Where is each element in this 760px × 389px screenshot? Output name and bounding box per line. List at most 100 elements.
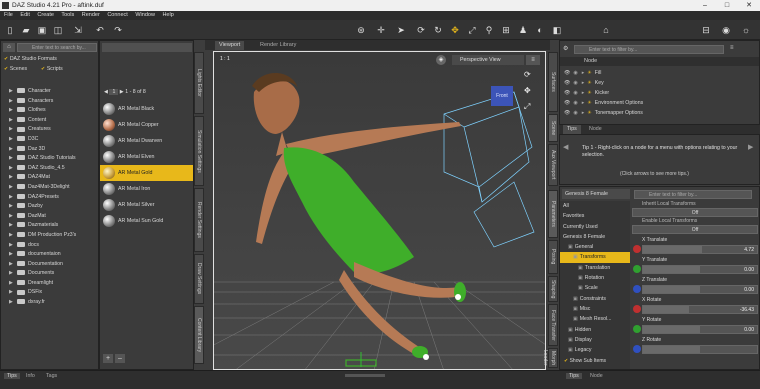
menu-create[interactable]: Create	[37, 12, 54, 18]
folder-item[interactable]: ▶ DazMat	[1, 212, 98, 222]
expand-arrow-icon[interactable]: ▶	[9, 125, 15, 135]
tab-surfaces[interactable]: Surfaces	[548, 52, 558, 112]
lock-icon[interactable]: ◉	[573, 100, 577, 106]
content-search-input[interactable]: Enter text to search by...	[17, 43, 97, 52]
pan-icon[interactable]: ✥	[524, 86, 531, 95]
tab-viewport[interactable]: Viewport	[215, 41, 245, 50]
render-icon[interactable]: ◫	[52, 24, 64, 36]
folder-item[interactable]: ▶ dxray.fr	[1, 298, 98, 308]
parameter-slider[interactable]: 0.00	[642, 285, 758, 294]
folder-item[interactable]: ▶ Content	[1, 116, 98, 126]
parameter-group[interactable]: ▣ Scale	[560, 283, 630, 293]
parameter-group[interactable]: ▣ Hidden	[560, 325, 630, 335]
folder-item[interactable]: ▶ Clothes	[1, 106, 98, 116]
lock-icon[interactable]: ◉	[573, 80, 577, 86]
folder-item[interactable]: ▶ D3C	[1, 135, 98, 145]
open-folder-icon[interactable]: ▰	[20, 24, 32, 36]
expand-arrow-icon[interactable]: ▶	[9, 135, 15, 145]
folder-item[interactable]: ▶ Character	[1, 87, 98, 97]
folder-item[interactable]: ▶ DAZ Studio_4.5	[1, 164, 98, 174]
parameter-group[interactable]: ▣ Constraints	[560, 294, 630, 304]
page-number[interactable]: 1	[109, 89, 119, 95]
expand-arrow-icon[interactable]: ▶	[9, 298, 15, 308]
parameter-slider[interactable]: 4.72	[642, 245, 758, 254]
material-item[interactable]: AR Metal Dwarven	[100, 133, 193, 149]
layout-icon[interactable]: ⊟	[700, 24, 712, 36]
menu-help[interactable]: Help	[162, 12, 173, 18]
expand-arrow-icon[interactable]: ▶	[9, 97, 15, 107]
scene-node[interactable]: 👁 ◉ ▸ ☀ Kicker	[560, 88, 759, 98]
material-item[interactable]: AR Metal Iron	[100, 181, 193, 197]
save-icon[interactable]: ▣	[36, 24, 48, 36]
eye-icon[interactable]: 👁	[564, 70, 570, 76]
figure-selector[interactable]: Genesis 8 Female	[562, 189, 630, 199]
tab-draw-settings[interactable]: Draw Settings	[194, 254, 204, 304]
parameter-group[interactable]: All	[560, 201, 630, 211]
folder-item[interactable]: ▶ Creatures	[1, 125, 98, 135]
node-selection-icon[interactable]: ⊛	[355, 24, 367, 36]
expand-arrow-icon[interactable]: ▶	[9, 87, 15, 97]
parameter-slider[interactable]: 0.00	[642, 325, 758, 334]
parameters-search-input[interactable]: Enter text to filter by...	[634, 190, 752, 199]
parameter-group[interactable]: ▣ Misc	[560, 304, 630, 314]
folder-item[interactable]: ▶ Characters	[1, 97, 98, 107]
parameter-group[interactable]: Currently Used	[560, 222, 630, 232]
view-cube[interactable]: Front	[491, 86, 513, 106]
tab-node[interactable]: Node	[589, 125, 602, 134]
expand-arrow-icon[interactable]: ▶	[9, 260, 15, 270]
expand-arrow-icon[interactable]: ▶	[9, 202, 15, 212]
tab-parameters[interactable]: Parameters	[548, 190, 558, 238]
parameter-slider[interactable]	[642, 345, 758, 354]
tab-aux-viewport[interactable]: Aux Viewport	[548, 144, 558, 186]
joint-editor-icon[interactable]: ⚲	[483, 24, 495, 36]
tab-tags-bottom[interactable]: Tags	[46, 373, 57, 379]
menu-edit[interactable]: Edit	[20, 12, 29, 18]
undo-icon[interactable]: ↶	[94, 24, 106, 36]
tab-posing[interactable]: Posing	[548, 240, 558, 274]
lock-icon[interactable]: ◉	[573, 110, 577, 116]
tab-scene[interactable]: Scene	[548, 114, 558, 142]
expand-arrow-icon[interactable]: ▸	[582, 90, 585, 96]
parameter-group[interactable]: Genesis 8 Female	[560, 232, 630, 242]
figure-icon[interactable]: ♟	[517, 24, 529, 36]
tab-node-right[interactable]: Node	[590, 373, 603, 379]
expand-arrow-icon[interactable]: ▶	[9, 183, 15, 193]
remove-icon[interactable]: –	[115, 354, 125, 363]
filter-icon[interactable]: ⚙	[563, 45, 573, 54]
expand-arrow-icon[interactable]: ▶	[9, 221, 15, 231]
scene-search-input[interactable]: Enter text to filter by...	[574, 45, 724, 54]
folder-item[interactable]: ▶ Dazby	[1, 202, 98, 212]
universal-tool-icon[interactable]: ✛	[375, 24, 387, 36]
parameter-group[interactable]: Favorites	[560, 211, 630, 221]
material-item[interactable]: AR Metal Elven	[100, 149, 193, 165]
expand-arrow-icon[interactable]: ▸	[582, 110, 585, 116]
show-sub-items-toggle[interactable]: ✔ Show Sub Items	[564, 358, 606, 364]
twist-icon[interactable]: ↻	[432, 24, 444, 36]
material-item[interactable]: AR Metal Black	[100, 101, 193, 117]
scale-icon[interactable]: ⤢	[466, 24, 478, 36]
folder-item[interactable]: ▶ DSFix	[1, 288, 98, 298]
tab-tips[interactable]: Tips	[563, 125, 581, 134]
lock-icon[interactable]: ◉	[573, 90, 577, 96]
toggle-0[interactable]: Off	[632, 208, 758, 217]
expand-arrow-icon[interactable]: ▶	[9, 106, 15, 116]
tab-render-settings[interactable]: Render Settings	[194, 188, 204, 252]
folder-item[interactable]: ▶ documentaion	[1, 250, 98, 260]
add-icon[interactable]: +	[103, 354, 113, 363]
folder-item[interactable]: ▶ Dazmaterials	[1, 221, 98, 231]
scene-node[interactable]: 👁 ◉ ▸ ☀ Tonemapper Options	[560, 108, 759, 118]
material-item[interactable]: AR Metal Sun Gold	[100, 213, 193, 229]
tab-morph-loader[interactable]: Morph Loader	[542, 348, 558, 368]
tab-simulation-settings[interactable]: Simulation Settings	[194, 116, 204, 186]
rotate-icon[interactable]: ⟳	[415, 24, 427, 36]
zoom-icon[interactable]: ⤢	[524, 102, 530, 112]
expand-arrow-icon[interactable]: ▶	[9, 212, 15, 222]
folder-item[interactable]: ▶ DAZ4Presets	[1, 193, 98, 203]
folder-item[interactable]: ▶ DAZ4Mat	[1, 173, 98, 183]
camera-icon[interactable]: ◉	[720, 24, 732, 36]
material-item[interactable]: AR Metal Copper	[100, 117, 193, 133]
tip-prev-icon[interactable]: ◀	[563, 143, 568, 151]
aux-view-icon[interactable]: ◈	[436, 55, 446, 65]
expand-arrow-icon[interactable]: ▶	[9, 241, 15, 251]
home-icon[interactable]: ⌂	[3, 43, 15, 52]
